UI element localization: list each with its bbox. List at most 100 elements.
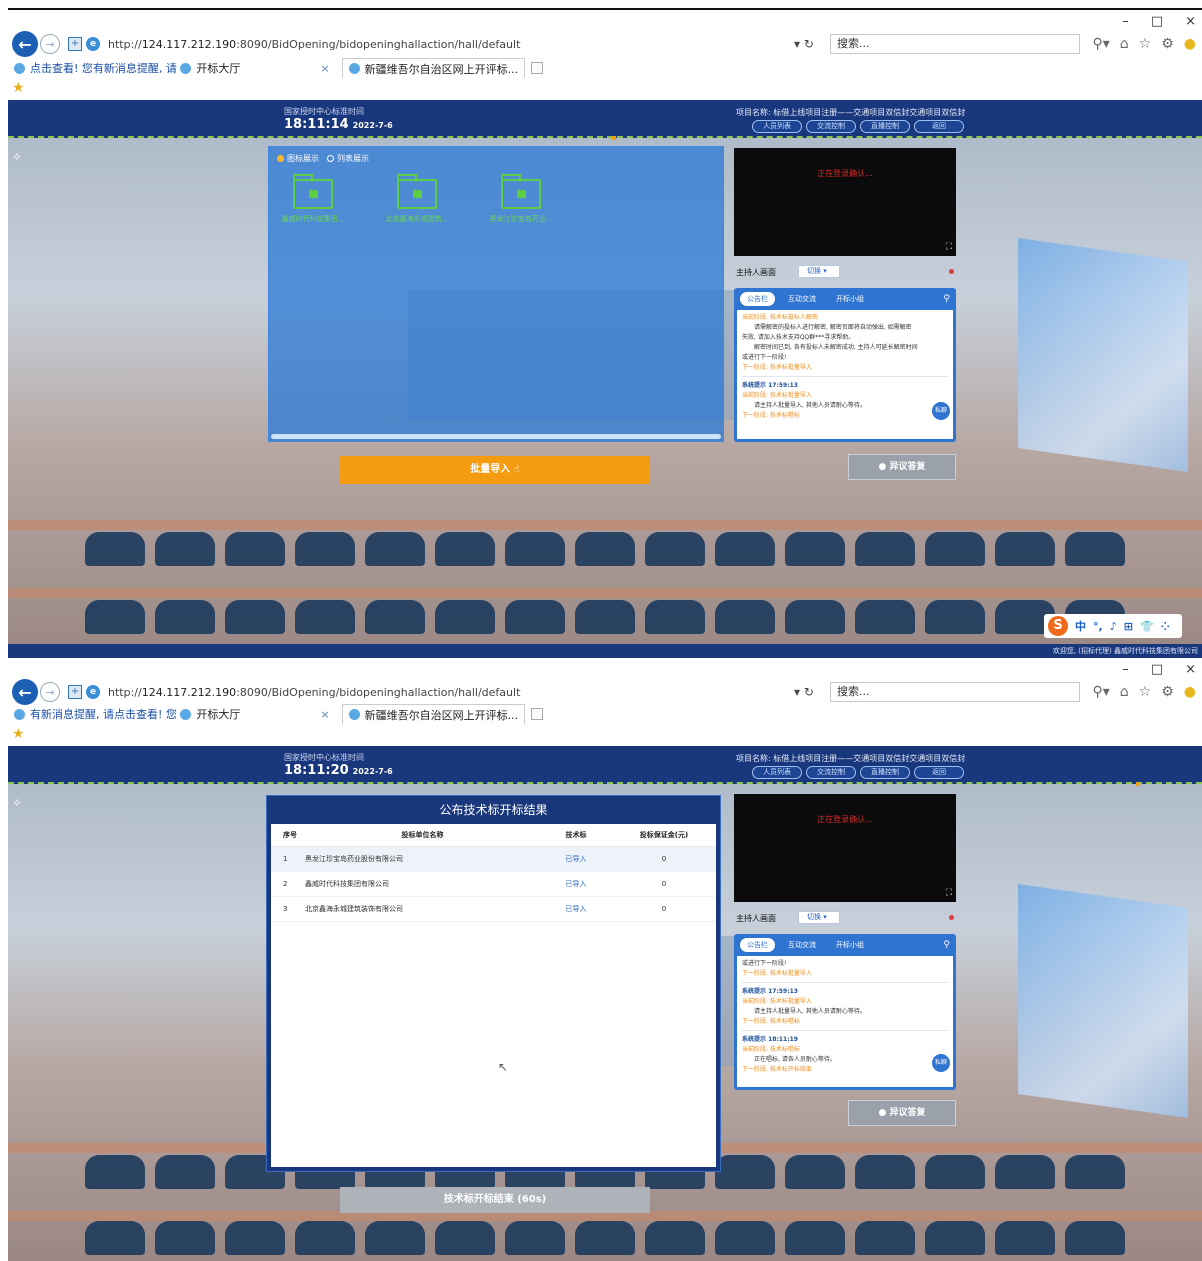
search-icon[interactable]: ⚲▾ [1092,684,1109,700]
tab-bulletin[interactable]: 公告栏 [740,292,775,306]
deposit-amount: 0 [612,871,716,897]
message-list: 当前阶段: 技术标投标人解密 请需解密的投标人进行解密, 解密页面将自动弹出, 如… [737,310,953,439]
close-tab-icon[interactable]: × [320,62,329,75]
tech-bid-status[interactable]: 已导入 [540,871,612,897]
tab-bulletin[interactable]: 公告栏 [740,938,775,952]
new-tab-button[interactable] [531,708,544,720]
favorites-star-icon[interactable]: ★ [12,80,25,96]
refresh-icon[interactable]: ▾ ↻ [794,37,830,51]
toolbox-icon[interactable]: ⁘ [1161,620,1170,633]
compat-view-icon[interactable]: + [68,685,82,699]
progress-marker [1136,782,1140,786]
bird-icon: ✧ [12,796,23,810]
tab-xinjiang[interactable]: 新疆维吾尔自治区网上开评标... [341,58,526,78]
view-mode-radios: 图标展示 列表展示 [277,153,369,164]
home-icon[interactable]: ⌂ [1120,36,1129,52]
switch-view-select[interactable]: 切换 ▾ [798,911,840,924]
search-icon[interactable]: ⚲ [943,940,950,950]
objection-reply-button[interactable]: ● 异议答复 [848,454,956,480]
col-header-bidder: 投标单位名称 [305,824,540,847]
bidder-folder[interactable]: 北京鑫海永城建筑... [385,174,449,224]
back-arrow-icon[interactable]: ← [12,31,38,57]
skin-icon[interactable]: 👕 [1140,620,1154,633]
smiley-icon[interactable]: ● [1184,684,1196,700]
message-line: 或进行下一阶段! [742,354,787,361]
tab-hall[interactable]: 点击查看! 您有新消息提醒, 请 开标大厅 × [8,58,342,78]
bidder-folder[interactable]: 鑫威时代科技集团... [281,174,345,224]
message-sender: 系统提示 17:59:13 [742,382,798,389]
tab-interaction[interactable]: 互动交流 [781,292,823,306]
ie-tab-icon [180,708,192,720]
tech-bid-status[interactable]: 已导入 [540,846,612,872]
return-button[interactable]: 返回 [914,120,964,133]
tab-xinjiang[interactable]: 新疆维吾尔自治区网上开评标... [341,704,526,724]
microphone-icon[interactable]: ♪ [1110,620,1117,633]
auditorium-seats [8,498,1202,658]
batch-import-button[interactable]: 批量导入 ☝ [340,456,650,484]
ime-punctuation-icon[interactable]: °, [1093,620,1103,633]
search-input[interactable]: 搜索... [830,682,1080,702]
tab-opening-group[interactable]: 开标小组 [829,292,871,306]
switch-view-select[interactable]: 切换 ▾ [798,265,840,278]
fullscreen-icon[interactable]: ⛶ [946,888,952,898]
forward-arrow-icon[interactable]: → [40,34,60,54]
url-field[interactable]: http://124.117.212.190:8090/BidOpening/b… [108,38,788,51]
search-icon[interactable]: ⚲ [943,294,950,304]
message-line: 当前阶段: 技术标批量导入 [742,392,812,399]
home-icon[interactable]: ⌂ [1120,684,1129,700]
star-icon[interactable]: ☆ [1139,684,1152,700]
smiley-icon[interactable]: ● [1184,36,1196,52]
message-line: 请主持人批量导入, 其他人员请耐心等待。 [754,1008,866,1015]
list-view-radio[interactable]: 列表展示 [327,153,369,164]
tech-bid-status[interactable]: 已导入 [540,896,612,922]
tab-interaction[interactable]: 互动交流 [781,938,823,952]
host-view-row: 主持人画面 切换 ▾ [734,264,956,280]
favorites-star-icon[interactable]: ★ [12,726,25,742]
ime-chinese-mode[interactable]: 中 [1075,618,1086,634]
address-bar: ← → + e http://124.117.212.190:8090/BidO… [8,678,1202,706]
message-line: 下一阶段: 技术标批量导入 [742,970,812,977]
tab-opening-group[interactable]: 开标小组 [829,938,871,952]
gear-icon[interactable]: ⚙ [1161,36,1174,52]
bidder-name: 鑫威时代科技集团有限公司 [305,871,540,897]
chat-control-button[interactable]: 交流控制 [806,766,856,779]
table-row: 1 黑龙江珍宝岛药业股份有限公司 已导入 0 [271,846,716,872]
fullscreen-icon[interactable]: ⛶ [946,242,952,252]
favorites-bar: ★ [8,78,1202,100]
objection-reply-button[interactable]: ● 异议答复 [848,1100,956,1126]
message-sender: 系统提示 18:11:19 [742,1036,798,1043]
tab-hall[interactable]: 有新消息提醒, 请点击查看! 您 开标大厅 × [8,704,342,724]
screenshot-opening-results: – □ × ← → + e http://124.117.212.190:809… [8,660,1202,1261]
gear-icon[interactable]: ⚙ [1161,684,1174,700]
forward-arrow-icon[interactable]: → [40,682,60,702]
refresh-icon[interactable]: ▾ ↻ [794,685,830,699]
live-control-button[interactable]: 直播控制 [860,120,910,133]
star-icon[interactable]: ☆ [1139,36,1152,52]
tech-opening-end-button[interactable]: 技术标开标结束 (60s) [340,1187,650,1213]
new-tab-button[interactable] [531,62,544,74]
chat-control-button[interactable]: 交流控制 [806,120,856,133]
live-control-button[interactable]: 直播控制 [860,766,910,779]
personnel-list-button[interactable]: 人员列表 [752,766,802,779]
search-icon[interactable]: ⚲▾ [1092,36,1109,52]
horizontal-scrollbar[interactable] [271,434,721,439]
icon-view-radio[interactable]: 图标展示 [277,153,319,164]
address-bar: ← → + e http://124.117.212.190:8090/BidO… [8,30,1202,58]
message-line: 正在唱标, 请各人员耐心等待。 [754,1056,836,1063]
compat-view-icon[interactable]: + [68,37,82,51]
bidder-name: 北京鑫海永城建筑装饰有限公司 [305,896,540,922]
private-chat-button[interactable]: 私聊 [932,1054,950,1072]
header-buttons: 人员列表 交流控制 直播控制 返回 [752,120,964,133]
keyboard-icon[interactable]: ⊞ [1124,620,1133,633]
bidder-folder[interactable]: 黑龙江珍宝岛药业... [489,174,553,224]
search-input[interactable]: 搜索... [830,34,1080,54]
personnel-list-button[interactable]: 人员列表 [752,120,802,133]
url-field[interactable]: http://124.117.212.190:8090/BidOpening/b… [108,686,788,699]
sogou-logo-icon[interactable]: S [1048,616,1068,636]
opening-results-panel: 公布技术标开标结果 序号 投标单位名称 技术标 投标保证金(元) 1 黑龙江珍宝… [266,795,721,1172]
return-button[interactable]: 返回 [914,766,964,779]
hand-cursor-icon: ☝ [513,464,520,475]
close-tab-icon[interactable]: × [320,708,329,721]
private-chat-button[interactable]: 私聊 [932,402,950,420]
back-arrow-icon[interactable]: ← [12,679,38,705]
